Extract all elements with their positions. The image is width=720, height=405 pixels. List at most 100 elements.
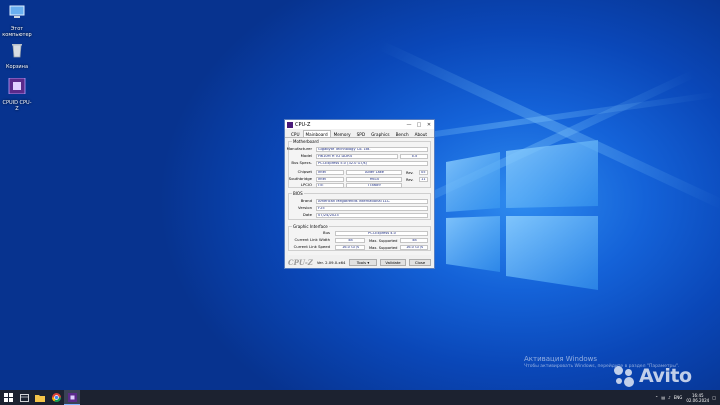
gi-link-width-row: Current Link Width x8 Max. Supported x8	[289, 237, 430, 243]
window-footer: CPU-Z Ver. 2.09.0.x64 Tools ▾ Validate C…	[285, 256, 434, 268]
avito-dots-icon	[612, 364, 636, 388]
network-icon[interactable]: ▤	[661, 395, 665, 400]
chipset-vendor: Intel	[316, 169, 344, 175]
bus-specs-label: Bus Specs.	[291, 160, 312, 165]
cpuz-logo: CPU-Z	[288, 257, 313, 267]
maximize-icon[interactable]: □	[414, 122, 424, 128]
desktop-icon-label: Этот компьютер	[2, 26, 32, 38]
tab-spd[interactable]: SPD	[354, 130, 368, 137]
tab-bench[interactable]: Bench	[393, 130, 412, 137]
tab-graphics[interactable]: Graphics	[368, 130, 393, 137]
model-value: H610M H V2 DDR4	[316, 153, 398, 159]
dropdown-arrow-icon: ▾	[367, 259, 370, 265]
mainboard-panel: Motherboard Manufacturer Gigabyte Techno…	[286, 138, 431, 255]
system-tray: ⌃ ▤ ♪ ENG 16:45 02.06.2024 □	[652, 390, 716, 405]
gi-max-width-value: x8	[400, 237, 428, 243]
southbridge-vendor: Intel	[316, 176, 344, 182]
desktop-icon-this-pc[interactable]: Этот компьютер	[2, 4, 32, 38]
cpuz-window[interactable]: CPU-Z — □ ✕ CPU Mainboard Memory SPD Gra…	[284, 119, 435, 269]
gi-bus-value: PCI-Express 4.0	[335, 230, 428, 236]
gi-link-speed-value: 16.0 GT/s	[335, 244, 365, 250]
group-title: Motherboard	[292, 139, 320, 144]
tab-memory[interactable]: Memory	[331, 130, 354, 137]
desktop-icon-label: CPUID CPU-Z	[2, 100, 32, 112]
file-explorer-button[interactable]	[32, 390, 48, 405]
model-row: Model H610M H V2 DDR4 x.x	[289, 153, 430, 159]
group-title: Graphic Interface	[292, 224, 329, 229]
lpcio-name: IT8689	[346, 182, 402, 188]
group-title: BIOS	[292, 191, 304, 196]
desktop-icon-cpuz[interactable]: CPUID CPU-Z	[2, 77, 32, 112]
gi-max-speed-value: 16.0 GT/s	[400, 244, 428, 250]
tools-button-label: Tools	[356, 259, 367, 265]
desktop-icon-label: Корзина	[5, 64, 29, 70]
chrome-icon	[51, 393, 61, 402]
gi-bus-row: Bus PCI-Express 4.0	[289, 230, 430, 236]
cpuz-icon	[67, 392, 77, 402]
bios-date-label: Date	[302, 212, 312, 217]
clock[interactable]: 16:45 02.06.2024	[686, 393, 709, 403]
minimize-icon[interactable]: —	[404, 122, 414, 128]
bios-date-row: Date 07/24/2023	[289, 212, 430, 218]
southbridge-name: H610	[346, 176, 402, 182]
gi-link-speed-label: Current Link Speed	[293, 244, 330, 249]
avito-logo: Avito	[612, 364, 692, 388]
task-view-icon	[19, 393, 29, 402]
clock-date: 02.06.2024	[686, 397, 710, 403]
close-button[interactable]: Close	[409, 258, 431, 266]
manufacturer-label: Manufacturer	[286, 146, 312, 151]
windows-logo	[446, 140, 598, 290]
validate-button[interactable]: Validate	[380, 258, 406, 266]
tab-cpu[interactable]: CPU	[288, 130, 303, 137]
start-button[interactable]	[0, 390, 16, 405]
tab-bar: CPU Mainboard Memory SPD Graphics Bench …	[285, 130, 434, 138]
chipset-label: Chipset	[297, 169, 312, 174]
version-label: Ver. 2.09.0.x64	[316, 259, 346, 265]
bios-version-label: Version	[298, 205, 312, 210]
title-bar[interactable]: CPU-Z — □ ✕	[285, 120, 434, 129]
notification-icon[interactable]: □	[712, 395, 716, 400]
gi-link-speed-row: Current Link Speed 16.0 GT/s Max. Suppor…	[289, 244, 430, 250]
bios-version-value: F25	[316, 205, 428, 211]
bios-group: BIOS Brand American Megatrends Internati…	[288, 191, 431, 220]
cpuz-app-icon	[287, 121, 293, 128]
chipset-rev-value: 05	[419, 169, 428, 175]
chrome-button[interactable]	[48, 390, 64, 405]
lpcio-label: LPCIO	[300, 182, 312, 187]
window-title: CPU-Z	[295, 121, 311, 128]
computer-icon	[9, 5, 25, 18]
model-label: Model	[300, 153, 312, 158]
tools-button[interactable]: Tools ▾	[349, 258, 377, 266]
manufacturer-row: Manufacturer Gigabyte Technology Co. Ltd…	[286, 146, 430, 152]
tab-about[interactable]: About	[412, 130, 430, 137]
close-icon[interactable]: ✕	[424, 122, 434, 128]
desktop-icon-recycle-bin[interactable]: Корзина	[2, 42, 32, 70]
gi-bus-label: Bus	[323, 230, 330, 235]
gi-max-speed-label: Max. Supported	[369, 246, 398, 250]
tab-mainboard[interactable]: Mainboard	[302, 130, 331, 137]
bios-brand-label: Brand	[300, 198, 312, 203]
manufacturer-value: Gigabyte Technology Co. Ltd.	[316, 146, 428, 152]
motherboard-group: Motherboard Manufacturer Gigabyte Techno…	[286, 139, 431, 188]
taskbar: ⌃ ▤ ♪ ENG 16:45 02.06.2024 □	[0, 390, 720, 405]
lpcio-row: LPCIO ITE IT8689	[289, 182, 430, 188]
bios-brand-value: American Megatrends International LLC.	[316, 198, 428, 204]
bios-version-row: Version F25	[289, 205, 430, 211]
bios-brand-row: Brand American Megatrends International …	[289, 198, 430, 204]
avito-wordmark: Avito	[639, 365, 692, 387]
task-view-button[interactable]	[16, 390, 32, 405]
volume-icon[interactable]: ♪	[668, 395, 671, 400]
language-indicator[interactable]: ENG	[674, 395, 683, 400]
cpuz-taskbar-button[interactable]	[64, 390, 80, 405]
bios-date-value: 07/24/2023	[316, 212, 428, 218]
gi-link-width-value: x8	[335, 237, 365, 243]
windows-start-icon	[3, 393, 13, 402]
chevron-up-icon[interactable]: ⌃	[655, 395, 658, 400]
bus-specs-row: Bus Specs. PCI-Express 5.0 (32.0 GT/s)	[289, 160, 430, 166]
lpcio-vendor: ITE	[316, 182, 344, 188]
recycle-bin-icon	[12, 44, 22, 58]
model-revision: x.x	[400, 153, 428, 159]
chipset-name: Alder Lake	[346, 169, 402, 175]
southbridge-rev-value: 11	[419, 176, 428, 182]
graphic-interface-group: Graphic Interface Bus PCI-Express 4.0 Cu…	[288, 224, 431, 251]
